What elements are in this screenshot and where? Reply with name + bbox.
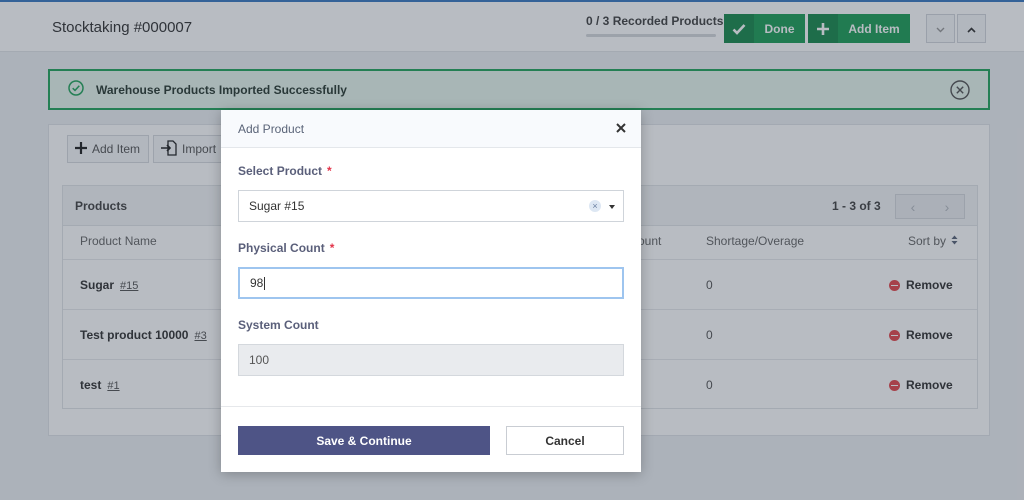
modal-title: Add Product [238, 121, 305, 136]
cancel-button[interactable]: Cancel [506, 426, 624, 455]
modal-header: Add Product [221, 110, 641, 148]
physical-count-value: 98 [250, 276, 264, 290]
product-select[interactable]: Sugar #15 × [238, 190, 624, 222]
select-product-label: Select Product * [238, 164, 332, 178]
system-count-field: 100 [238, 344, 624, 376]
system-count-label: System Count [238, 318, 319, 332]
save-continue-button[interactable]: Save & Continue [238, 426, 490, 455]
selected-product: Sugar #15 [249, 199, 305, 213]
close-icon[interactable] [615, 122, 627, 134]
text-cursor [264, 276, 266, 290]
required-mark: * [327, 164, 332, 178]
add-product-modal: Add Product Select Product * Sugar #15 × … [221, 110, 641, 472]
physical-count-label: Physical Count * [238, 241, 335, 255]
caret-down-icon [609, 205, 615, 209]
physical-count-input[interactable]: 98 [238, 267, 624, 299]
system-count-value: 100 [249, 353, 270, 367]
required-mark: * [329, 241, 335, 255]
modal-footer: Save & Continue Cancel [221, 406, 641, 472]
clear-selection-icon[interactable]: × [589, 200, 601, 212]
